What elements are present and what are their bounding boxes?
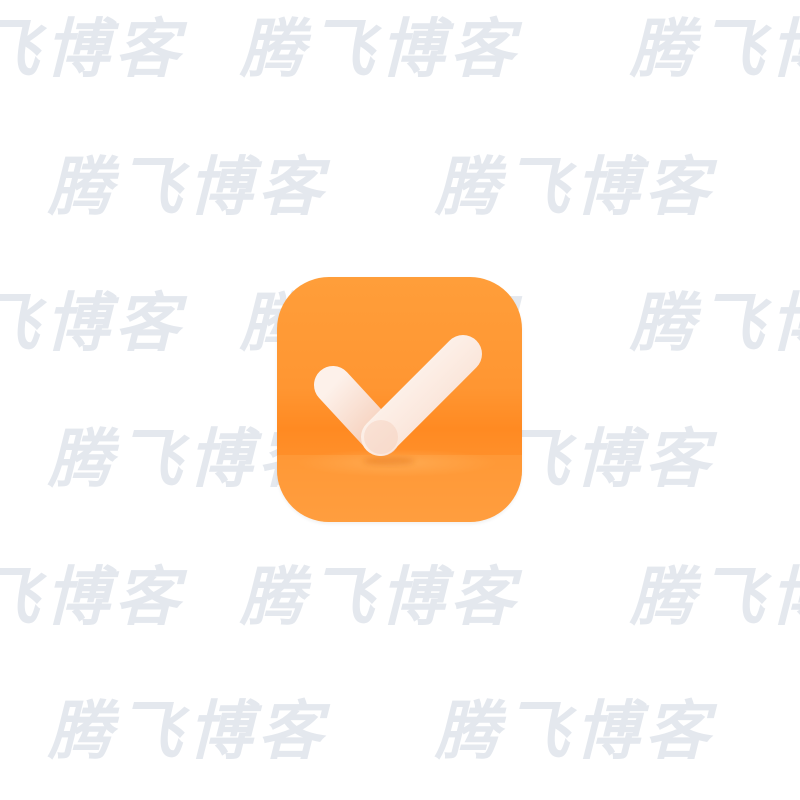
canvas: 腾飞博客 腾飞博客 腾飞博客 腾飞博客 腾飞博客 腾飞博客 腾飞博客 腾飞博客 … (0, 0, 800, 800)
watermark-text: 腾飞博客 (630, 561, 800, 635)
checkmark-icon (277, 335, 522, 522)
watermark-text: 腾飞博客 (435, 151, 715, 225)
watermark-text: 腾飞博客 (240, 561, 520, 635)
watermark-text: 腾飞博客 (0, 561, 185, 635)
watermark-text: 腾飞博客 (630, 13, 800, 87)
watermark-text: 腾飞博客 (48, 695, 328, 769)
watermark-text: 腾飞博客 (0, 13, 185, 87)
watermark-text: 腾飞博客 (630, 287, 800, 361)
watermark-text: 腾飞博客 (435, 695, 715, 769)
watermark-text: 腾飞博客 (240, 13, 520, 87)
watermark-text: 腾飞博客 (0, 287, 185, 361)
watermark-text: 腾飞博客 (48, 151, 328, 225)
app-icon[interactable] (277, 277, 522, 522)
